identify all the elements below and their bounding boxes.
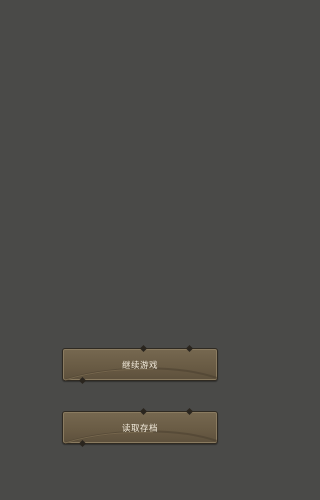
continue-game-button[interactable]: 继续游戏 (62, 344, 218, 385)
continue-game-label: 继续游戏 (121, 360, 158, 371)
load-save-label: 读取存档 (121, 423, 158, 434)
game-screen: 继续游戏 读取存档 (0, 0, 280, 500)
load-save-button[interactable]: 读取存档 (62, 407, 218, 448)
